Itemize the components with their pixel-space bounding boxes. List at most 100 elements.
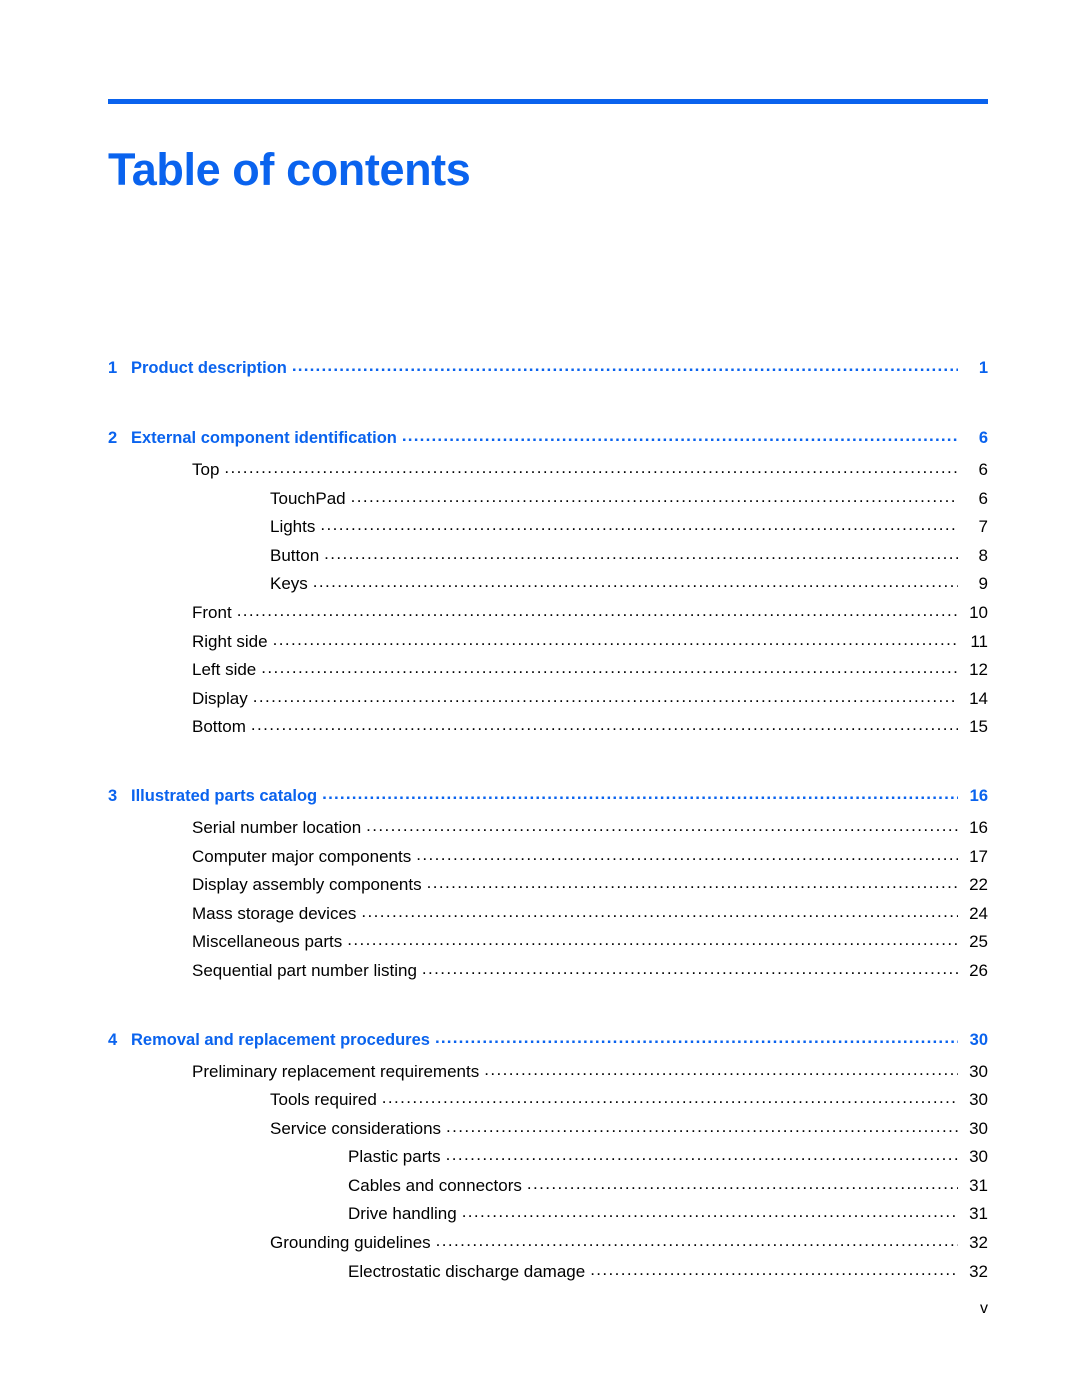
toc-entry-row[interactable]: Mass storage devices....................… [108, 901, 988, 933]
toc-leader-dots: ........................................… [252, 686, 958, 706]
toc-entry-row[interactable]: Lights..................................… [108, 515, 988, 546]
toc-chapter-row[interactable]: 3 Illustrated parts catalog..............… [108, 784, 988, 816]
toc-page-number: 31 [969, 1175, 988, 1195]
toc-entry-label: Right side [192, 631, 268, 651]
toc-entry-row[interactable]: TouchPad................................… [108, 486, 988, 518]
toc-chapter-row[interactable]: 2 External component identification......… [108, 426, 988, 458]
toc-entry-row[interactable]: Electrostatic discharge damage..........… [108, 1259, 988, 1291]
toc-page-number: 30 [969, 1147, 988, 1167]
toc-entry-label: Miscellaneous parts [192, 932, 343, 952]
toc-entry-row[interactable]: Bottom..................................… [108, 715, 988, 746]
toc-entry-row[interactable]: Left side...............................… [108, 658, 988, 689]
toc-entry-row[interactable]: Sequential part number listing..........… [108, 959, 988, 990]
toc-entry-row[interactable]: Service considerations..................… [108, 1116, 988, 1148]
toc-page-number: 25 [969, 932, 988, 952]
toc-page-number: 32 [969, 1233, 988, 1253]
toc-leader-dots: ........................................… [250, 715, 958, 735]
toc-chapter-row[interactable]: 4 Removal and replacement procedures.....… [108, 1027, 988, 1060]
toc-page-number: 24 [969, 903, 988, 923]
title-rule [108, 99, 988, 104]
toc-leader-dots: ........................................… [224, 458, 958, 477]
toc-leader-dots: ........................................… [381, 1088, 958, 1108]
toc-entry-row[interactable]: Keys....................................… [108, 572, 988, 603]
toc-entry-label: Serial number location [192, 817, 362, 837]
toc-page-number: 31 [969, 1204, 988, 1224]
toc-entry-row[interactable]: Plastic parts...........................… [108, 1145, 988, 1176]
toc-leader-dots: ........................................… [461, 1202, 958, 1222]
toc-entry-label: Illustrated parts catalog [131, 786, 318, 805]
toc-entry-label: Top [192, 460, 220, 479]
toc-entry-row[interactable]: Right side..............................… [108, 629, 988, 661]
toc-entry-row[interactable]: Cables and connectors...................… [108, 1173, 988, 1205]
toc-chapter-row[interactable]: 1 Product description....................… [108, 356, 988, 388]
toc-page-number: 6 [978, 429, 988, 447]
toc-page-number: 16 [969, 786, 988, 805]
page-title: Table of contents [108, 144, 471, 196]
toc-entry-row[interactable]: Grounding guidelines....................… [108, 1231, 988, 1262]
toc-entry-row[interactable]: Front...................................… [108, 601, 988, 632]
toc-entry-label: Left side [192, 660, 257, 680]
toc-page-number: 10 [969, 602, 988, 622]
toc-entry-label: Preliminary replacement requirements [192, 1061, 480, 1081]
toc-entry-row[interactable]: Display assembly components.............… [108, 873, 988, 904]
toc-page-number: 30 [969, 1061, 988, 1081]
toc-leader-dots: ........................................… [347, 930, 958, 950]
toc-entry-label: Electrostatic discharge damage [348, 1261, 586, 1281]
toc-entry-row[interactable]: Tools required..........................… [108, 1088, 988, 1119]
toc-entry-row[interactable]: Computer major components...............… [108, 844, 988, 876]
toc-leader-dots: ........................................… [291, 356, 958, 375]
toc-entry-label: Tools required [270, 1090, 377, 1110]
toc-entry-row[interactable]: Miscellaneous parts.....................… [108, 930, 988, 961]
toc-entry-row[interactable]: Preliminary replacement requirements....… [108, 1060, 988, 1091]
toc-leader-dots: ........................................… [350, 486, 958, 506]
toc-leader-dots: ........................................… [272, 629, 958, 649]
toc-entry-row[interactable]: Button..................................… [108, 543, 988, 575]
toc-leader-dots: ........................................… [366, 815, 958, 835]
toc-chapter-number: 3 [108, 786, 118, 805]
toc-page-number: 6 [978, 460, 988, 479]
toc-entry-label: Drive handling [348, 1204, 457, 1224]
toc-entry-label: Bottom [192, 717, 246, 737]
toc-entry-row[interactable]: Serial number location..................… [108, 815, 988, 847]
toc-entry-label: Product description [131, 359, 287, 377]
toc-chapter-number: 1 [108, 359, 118, 377]
toc-chapter-number: 4 [108, 1030, 118, 1049]
toc-leader-dots: ........................................… [324, 543, 958, 563]
toc-leader-dots: ........................................… [445, 1145, 958, 1165]
toc-entry-label: Sequential part number listing [192, 960, 417, 980]
toc-entry-label: Grounding guidelines [270, 1233, 431, 1253]
toc-leader-dots: ........................................… [320, 515, 958, 535]
toc-entry-label: Display assembly components [192, 875, 422, 895]
toc-entry-label: Lights [270, 517, 316, 537]
toc-entry-label: Keys [270, 574, 308, 594]
toc-page-number: 7 [978, 517, 988, 537]
toc-page-number: 14 [969, 688, 988, 708]
toc-entry-row[interactable]: Display.................................… [108, 686, 988, 718]
table-of-contents: 1 Product description....................… [108, 356, 988, 1291]
toc-page-number: 11 [970, 631, 988, 651]
toc-leader-dots: ........................................… [590, 1259, 958, 1279]
toc-entry-label: Service considerations [270, 1118, 442, 1138]
toc-entry-label: Display [192, 688, 248, 708]
toc-leader-dots: ........................................… [426, 873, 958, 893]
toc-leader-dots: ........................................… [416, 844, 958, 864]
toc-leader-dots: ........................................… [312, 572, 958, 592]
toc-entry-label: TouchPad [270, 488, 346, 508]
toc-leader-dots: ........................................… [434, 1027, 958, 1047]
toc-page-number: 26 [969, 960, 988, 980]
toc-page-number: 17 [969, 846, 988, 866]
toc-entry-row[interactable]: Drive handling..........................… [108, 1202, 988, 1233]
toc-entry-label: Plastic parts [348, 1147, 441, 1167]
toc-chapter-number: 2 [108, 429, 118, 447]
toc-page-number: 22 [969, 875, 988, 895]
toc-leader-dots: ........................................… [435, 1231, 958, 1251]
toc-entry-label: Button [270, 545, 320, 565]
toc-leader-dots: ........................................… [361, 901, 958, 921]
toc-leader-dots: ........................................… [446, 1116, 958, 1136]
toc-page-number: 6 [978, 488, 988, 508]
toc-entry-label: Computer major components [192, 846, 412, 866]
toc-leader-dots: ........................................… [526, 1173, 958, 1193]
toc-page-number: 30 [969, 1090, 988, 1110]
footer-page-number: v [980, 1300, 988, 1317]
toc-entry-row[interactable]: Top.....................................… [108, 458, 988, 489]
